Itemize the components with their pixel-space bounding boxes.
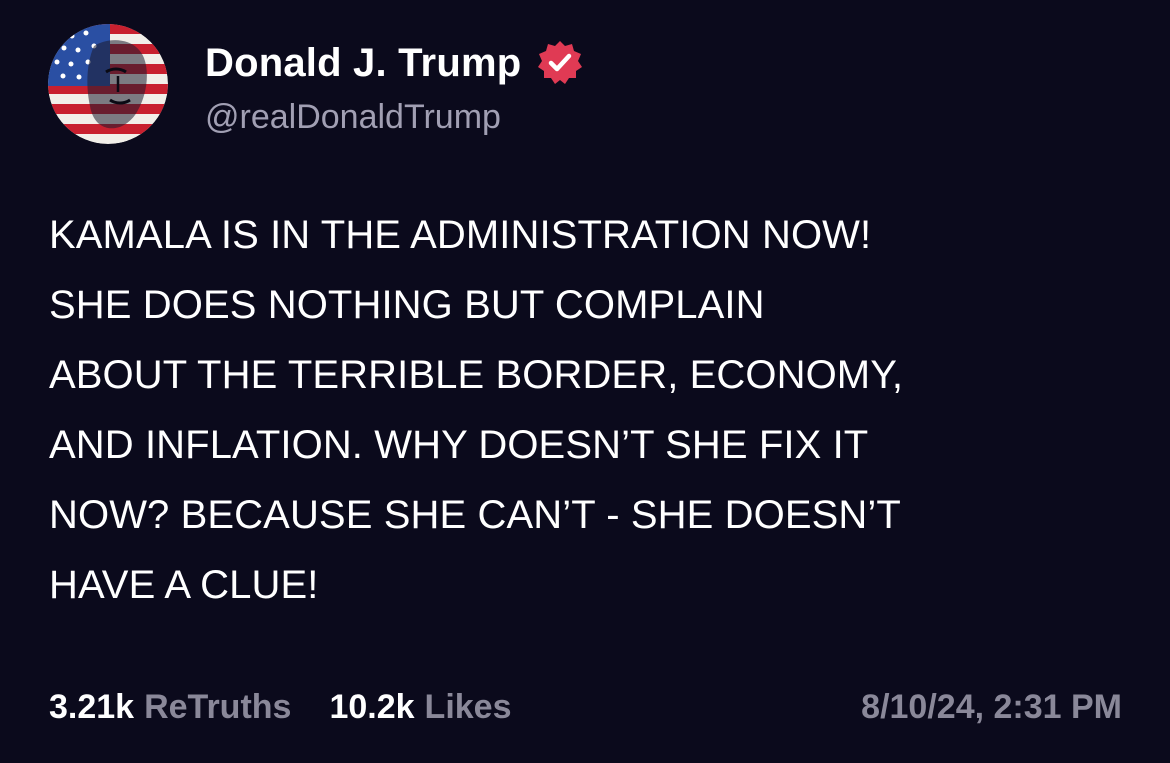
post-card: Donald J. Trump @realDonaldTrump KAMALA … (0, 0, 1170, 763)
post-stats: 3.21k ReTruths 10.2k Likes (49, 688, 550, 727)
verified-badge-icon (535, 38, 585, 88)
author-header: Donald J. Trump (205, 38, 585, 88)
author-avatar[interactable] (48, 24, 168, 144)
post-timestamp: 8/10/24, 2:31 PM (861, 688, 1122, 726)
post-text: KAMALA IS IN THE ADMINISTRATION NOW! SHE… (49, 213, 904, 607)
likes-stat[interactable]: 10.2k Likes (329, 688, 511, 727)
retruths-label: ReTruths (144, 688, 292, 726)
retruths-stat[interactable]: 3.21k ReTruths (49, 688, 291, 727)
author-display-name[interactable]: Donald J. Trump (205, 41, 521, 86)
author-handle[interactable]: @realDonaldTrump (205, 98, 501, 137)
likes-label: Likes (424, 688, 512, 726)
retruths-count: 3.21k (49, 688, 135, 726)
flag-portrait-icon (48, 24, 168, 144)
likes-count: 10.2k (329, 688, 415, 726)
